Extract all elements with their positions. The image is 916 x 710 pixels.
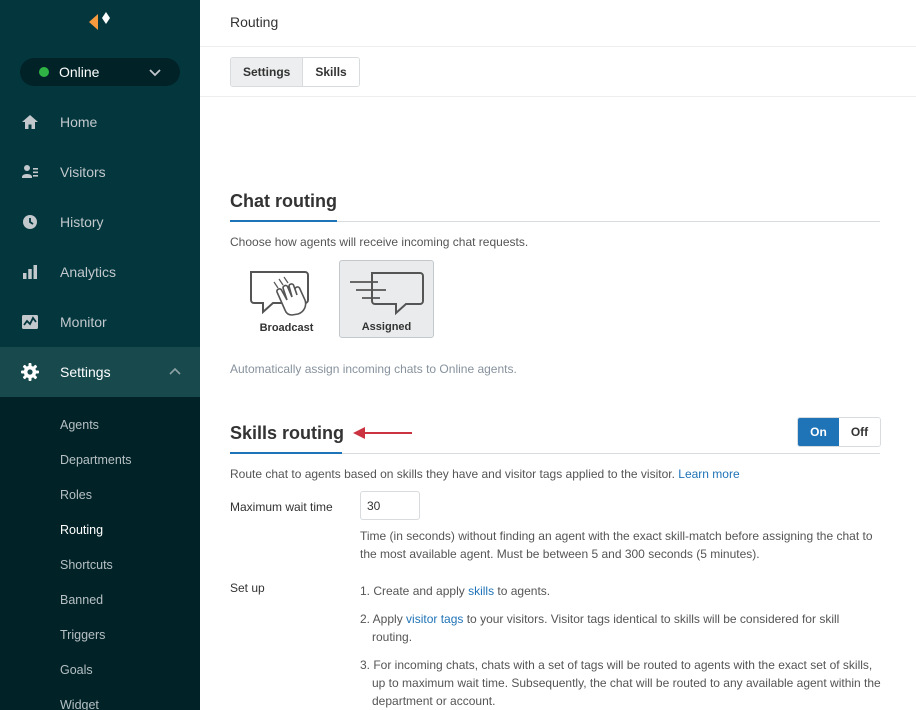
assigned-chat-icon [350,272,424,316]
chevron-up-icon [169,367,181,375]
visitor-tags-link[interactable]: visitor tags [406,612,463,626]
nav-home[interactable]: Home [0,97,200,147]
page-title: Routing [230,14,279,30]
max-wait-label: Maximum wait time [230,500,333,514]
submenu-shortcuts[interactable]: Shortcuts [60,558,113,572]
bar-chart-icon [20,262,40,282]
assigned-option[interactable]: Assigned [339,260,434,338]
skills-routing-divider [230,452,880,454]
chat-routing-heading: Chat routing [230,191,337,211]
setup-label: Set up [230,581,265,595]
home-icon [20,112,40,132]
submenu-banned[interactable]: Banned [60,593,103,607]
learn-more-link[interactable]: Learn more [678,467,739,481]
submenu-roles[interactable]: Roles [60,488,92,502]
skills-routing-heading: Skills routing [230,423,345,443]
nav-analytics-label: Analytics [60,264,117,280]
status-label: Online [59,64,100,80]
online-status-dot [39,67,49,77]
nav-home-label: Home [60,114,98,130]
clock-icon [20,212,40,232]
max-wait-help: Time (in seconds) without finding an age… [360,529,873,561]
nav-visitors[interactable]: Visitors [0,147,200,197]
toggle-off-button[interactable]: Off [839,418,880,446]
nav-analytics[interactable]: Analytics [0,247,200,297]
tab-group: Settings Skills [230,57,360,87]
nav-settings[interactable]: Settings [0,347,200,397]
broadcast-hand-icon [250,271,309,316]
sidebar: Online Home Visitors History Analytics M… [0,0,200,710]
assigned-note: Automatically assign incoming chats to O… [230,362,517,376]
zendesk-logo [86,10,116,34]
chat-routing-divider [230,220,880,222]
setup-step-2: 2. Apply visitor tags to your visitors. … [360,612,840,644]
nav-history-label: History [60,214,104,230]
chevron-down-icon [149,69,161,77]
nav-visitors-label: Visitors [60,164,106,180]
setup-step-1: 1. Create and apply skills to agents. [360,584,551,598]
skills-link[interactable]: skills [468,584,494,598]
submenu-goals[interactable]: Goals [60,663,93,677]
monitor-icon [20,312,40,332]
submenu-widget[interactable]: Widget [60,698,99,710]
chat-routing-description: Choose how agents will receive incoming … [230,235,529,249]
submenu-triggers[interactable]: Triggers [60,628,105,642]
max-wait-input[interactable]: 30 [360,491,420,520]
tab-bar: Settings Skills [200,47,916,97]
submenu-agents[interactable]: Agents [60,418,99,432]
status-selector[interactable]: Online [20,58,180,86]
skills-routing-description: Route chat to agents based on skills the… [230,467,740,481]
submenu-departments[interactable]: Departments [60,453,132,467]
tab-settings[interactable]: Settings [231,58,304,86]
skills-routing-toggle: On Off [797,417,881,447]
gear-icon [20,362,40,382]
settings-submenu: Agents Departments Roles Routing Shortcu… [0,397,200,710]
visitors-icon [20,162,40,182]
tab-skills[interactable]: Skills [303,58,359,86]
main-content: Routing Settings Skills Chat routing Cho… [200,0,916,710]
submenu-routing[interactable]: Routing [60,523,103,537]
toggle-on-button[interactable]: On [798,418,839,446]
nav-history[interactable]: History [0,197,200,247]
header: Routing [200,0,916,47]
assigned-label: Assigned [361,321,412,333]
broadcast-label: Broadcast [259,322,314,334]
nav-settings-label: Settings [60,364,111,380]
nav-monitor[interactable]: Monitor [0,297,200,347]
nav-monitor-label: Monitor [60,314,107,330]
red-arrow-annotation-icon [353,427,412,439]
setup-step-3: 3. For incoming chats, chats with a set … [360,658,881,708]
broadcast-option[interactable]: Broadcast [239,260,334,338]
